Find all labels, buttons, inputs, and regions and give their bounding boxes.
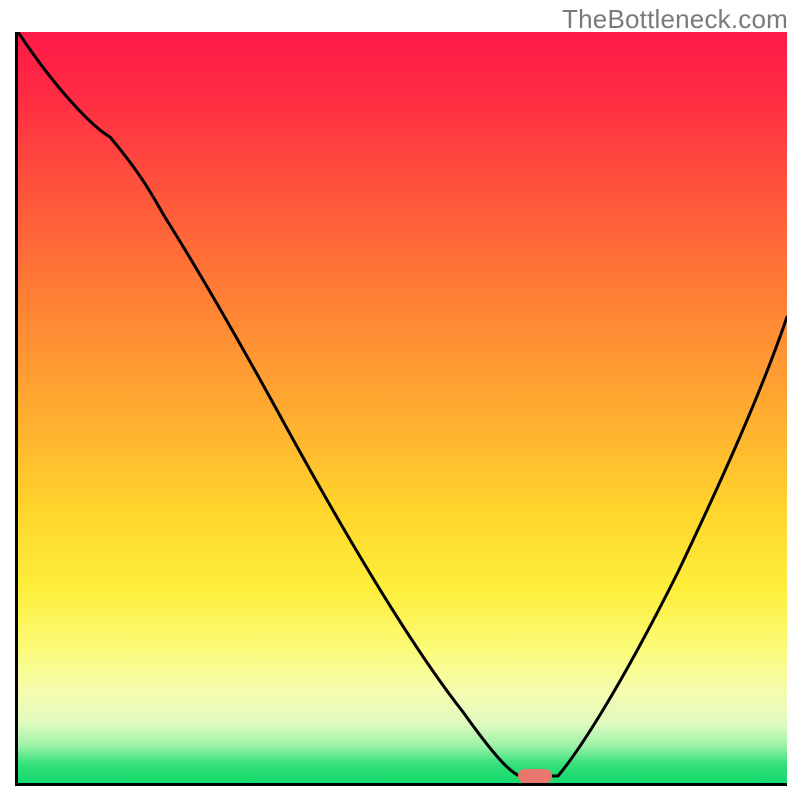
chart-canvas: TheBottleneck.com (0, 0, 800, 800)
watermark-text: TheBottleneck.com (562, 4, 788, 35)
bottleneck-curve (18, 32, 787, 776)
optimum-marker (518, 769, 552, 783)
chart-overlay (18, 32, 787, 783)
plot-area (15, 32, 787, 786)
